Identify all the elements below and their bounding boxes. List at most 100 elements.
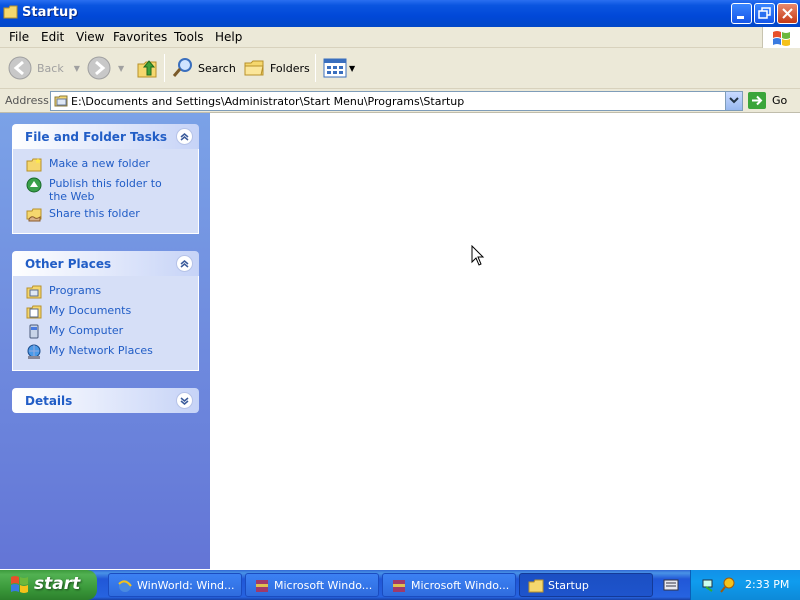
taskbar-item-winworld[interactable]: WinWorld: Wind... xyxy=(108,573,242,597)
taskbar-item-label: Microsoft Windo... xyxy=(411,579,510,592)
network-tray-icon[interactable] xyxy=(701,577,717,593)
my-computer-link[interactable]: My Computer xyxy=(13,324,198,344)
menu-tools[interactable]: Tools xyxy=(174,30,204,44)
folders-icon xyxy=(244,60,264,76)
minimize-button[interactable] xyxy=(731,3,752,24)
windows-flag-icon xyxy=(11,576,28,593)
system-tray: 2:33 PM xyxy=(690,570,800,600)
search-button[interactable]: Search xyxy=(171,54,236,82)
place-label: My Documents xyxy=(49,304,132,317)
up-folder-icon xyxy=(137,60,157,78)
search-tray-icon[interactable] xyxy=(720,577,736,593)
place-label: My Network Places xyxy=(49,344,153,357)
address-label: Address xyxy=(5,94,49,107)
address-value: E:\Documents and Settings\Administrator\… xyxy=(71,95,465,108)
back-arrow-icon xyxy=(8,56,32,80)
forward-dropdown-icon[interactable]: ▼ xyxy=(118,64,124,73)
place-label: Programs xyxy=(49,284,102,297)
task-label: Publish this folder to the Web xyxy=(49,177,162,203)
collapse-icon[interactable] xyxy=(176,255,193,272)
back-dropdown-icon[interactable]: ▼ xyxy=(74,64,80,73)
network-globe-icon xyxy=(27,344,41,359)
forward-button[interactable]: ▼ xyxy=(87,54,124,82)
restore-button[interactable] xyxy=(754,3,775,24)
go-button[interactable]: Go xyxy=(748,92,787,109)
restore-icon xyxy=(758,7,771,19)
archive-icon xyxy=(256,580,268,592)
my-computer-icon xyxy=(29,324,39,339)
task-label: Make a new folder xyxy=(49,157,150,170)
folder-content-area[interactable] xyxy=(210,113,800,569)
back-button[interactable]: Back ▼ xyxy=(8,54,80,82)
my-documents-link[interactable]: My Documents xyxy=(13,304,198,324)
my-documents-icon xyxy=(26,305,42,319)
menu-file[interactable]: File xyxy=(9,30,29,44)
views-icon xyxy=(323,58,347,78)
clock[interactable]: 2:33 PM xyxy=(745,578,789,591)
share-folder-link[interactable]: Share this folder xyxy=(13,207,198,227)
views-dropdown-icon: ▼ xyxy=(349,63,356,73)
make-new-folder-link[interactable]: Make a new folder xyxy=(13,157,198,177)
address-input[interactable]: E:\Documents and Settings\Administrator\… xyxy=(50,91,743,111)
programs-link[interactable]: Programs xyxy=(13,284,198,304)
panel-header[interactable]: File and Folder Tasks xyxy=(12,124,199,149)
chevron-down-icon xyxy=(729,97,739,104)
menu-bar: File Edit View Favorites Tools Help xyxy=(0,27,800,48)
archive-icon xyxy=(393,580,405,592)
windows-flag-icon xyxy=(773,31,790,46)
close-button[interactable] xyxy=(777,3,798,24)
menu-help[interactable]: Help xyxy=(215,30,242,44)
taskbar-item-label: WinWorld: Wind... xyxy=(137,579,235,592)
forward-arrow-icon xyxy=(87,56,111,80)
panel-body: Programs My Documents My Computer My Net… xyxy=(12,276,199,371)
keyboard-language-icon[interactable] xyxy=(663,578,679,592)
panel-title: Other Places xyxy=(25,257,112,271)
expand-icon[interactable] xyxy=(176,392,193,409)
taskbar-item-label: Startup xyxy=(548,579,589,592)
mouse-cursor-icon xyxy=(471,245,485,266)
taskbar-item-label: Microsoft Windo... xyxy=(274,579,373,592)
menu-view[interactable]: View xyxy=(76,30,104,44)
go-arrow-icon xyxy=(748,92,766,109)
panel-header[interactable]: Details xyxy=(12,388,199,413)
my-network-places-link[interactable]: My Network Places xyxy=(13,344,198,364)
place-label: My Computer xyxy=(49,324,124,337)
address-bar: Address E:\Documents and Settings\Admini… xyxy=(0,89,800,113)
globe-publish-icon xyxy=(26,177,42,193)
go-label: Go xyxy=(772,94,788,107)
folder-icon xyxy=(54,95,68,107)
browser-icon xyxy=(118,580,132,592)
publish-folder-link[interactable]: Publish this folder to the Web xyxy=(13,177,198,203)
taskbar-item-startup[interactable]: Startup xyxy=(519,573,653,597)
panel-title: File and Folder Tasks xyxy=(25,130,168,144)
details-panel: Details xyxy=(12,388,199,413)
start-label: start xyxy=(34,574,81,594)
task-pane: File and Folder Tasks Make a new folder … xyxy=(0,113,210,569)
up-folder-button[interactable] xyxy=(135,54,159,82)
file-folder-tasks-panel: File and Folder Tasks Make a new folder … xyxy=(12,124,199,234)
panel-title: Details xyxy=(25,394,73,408)
start-button[interactable]: start xyxy=(0,570,97,600)
address-dropdown-button[interactable] xyxy=(725,92,742,110)
taskbar-item-microsoft-windows-1[interactable]: Microsoft Windo... xyxy=(245,573,379,597)
taskbar: start WinWorld: Wind... Microsoft Windo.… xyxy=(0,570,800,600)
programs-folder-icon xyxy=(26,285,42,299)
back-label: Back xyxy=(37,61,64,75)
folder-icon xyxy=(3,5,18,19)
panel-body: Make a new folder Publish this folder to… xyxy=(12,149,199,234)
toolbar: Back ▼ ▼ Search Folders ▼ xyxy=(0,48,800,89)
taskbar-item-microsoft-windows-2[interactable]: Microsoft Windo... xyxy=(382,573,516,597)
toolbar-separator xyxy=(164,54,165,82)
folders-label: Folders xyxy=(270,61,310,75)
panel-header[interactable]: Other Places xyxy=(12,251,199,276)
minimize-icon xyxy=(737,16,744,19)
share-folder-icon xyxy=(26,208,42,222)
collapse-icon[interactable] xyxy=(176,128,193,145)
menu-edit[interactable]: Edit xyxy=(41,30,64,44)
close-icon xyxy=(782,8,793,19)
views-button[interactable]: ▼ xyxy=(323,54,355,82)
folders-button[interactable]: Folders xyxy=(243,54,310,82)
menu-favorites[interactable]: Favorites xyxy=(113,30,167,44)
toolbar-separator xyxy=(315,54,316,82)
windows-logo xyxy=(762,27,800,48)
